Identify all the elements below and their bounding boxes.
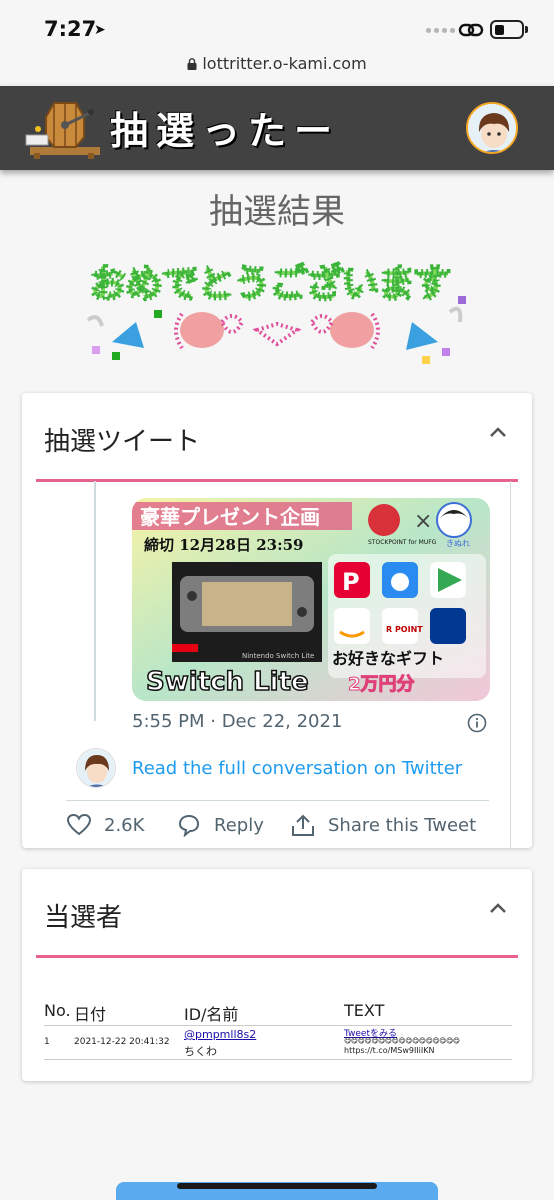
link-icon xyxy=(458,23,484,37)
tweet-image[interactable]: 豪華プレゼント企画 締切 12月28日 23:59 STOCKPOINT for… xyxy=(132,498,490,701)
svg-text:豪華プレゼント企画: 豪華プレゼント企画 xyxy=(140,505,320,529)
user-avatar[interactable] xyxy=(466,102,518,154)
winners-card-title: 当選者 xyxy=(44,903,123,933)
status-bar: 7:27 ➤ xyxy=(0,0,554,52)
table-header-border xyxy=(44,1025,512,1026)
svg-text:締切 12月28日 23:59: 締切 12月28日 23:59 xyxy=(144,536,303,554)
heart-icon xyxy=(66,813,92,836)
tweet-divider xyxy=(66,800,489,801)
chevron-up-icon[interactable] xyxy=(488,901,508,915)
home-indicator[interactable] xyxy=(177,1183,377,1189)
url-text: lottritter.o-kami.com xyxy=(202,54,367,73)
column-header-no: No. xyxy=(44,1001,71,1020)
svg-text:R POINT: R POINT xyxy=(386,625,423,634)
winner-date: 2021-12-22 20:41:32 xyxy=(74,1037,170,1047)
share-icon xyxy=(292,814,314,836)
like-button[interactable]: 2.6K xyxy=(66,813,144,837)
reply-label: Reply xyxy=(214,814,264,836)
site-header: 抽選ったー xyxy=(0,86,554,170)
svg-text:STOCKPOINT for MUFG: STOCKPOINT for MUFG xyxy=(368,539,437,546)
column-header-text: TEXT xyxy=(344,1001,385,1020)
svg-text:2万円分: 2万円分 xyxy=(348,674,415,695)
battery-icon xyxy=(490,20,524,39)
table-row-border xyxy=(44,1059,512,1060)
chevron-up-icon[interactable] xyxy=(488,425,508,439)
tweet-card: 抽選ツイート 豪華プレゼント企画 締切 12月28日 23:59 STOCKPO… xyxy=(22,393,532,848)
reply-button[interactable]: Reply xyxy=(176,813,264,837)
read-conversation-link[interactable]: Read the full conversation on Twitter xyxy=(132,758,462,779)
svg-text:×: × xyxy=(414,509,432,534)
winner-id-link[interactable]: @pmpmll8s2 xyxy=(184,1028,256,1041)
tweet-author-avatar[interactable] xyxy=(76,748,116,788)
congratulations-banner: おめでとうございます xyxy=(86,261,466,364)
location-arrow-icon: ➤ xyxy=(94,22,106,38)
lottery-machine-logo[interactable] xyxy=(24,95,102,161)
column-header-id: ID/名前 xyxy=(184,1005,239,1024)
share-button[interactable]: Share this Tweet xyxy=(290,813,476,837)
tweet-actions: 2.6K Reply Share this Tweet xyxy=(66,813,506,843)
winner-no: 1 xyxy=(44,1037,50,1047)
reply-icon xyxy=(178,814,200,837)
tweet-card-title: 抽選ツイート xyxy=(44,427,201,457)
signal-dots-icon xyxy=(426,28,455,33)
info-icon[interactable] xyxy=(467,713,487,733)
tweet-thread-line xyxy=(94,481,96,721)
svg-text:お好きなギフト: お好きなギフト xyxy=(332,649,444,668)
accent-divider xyxy=(36,479,518,482)
svg-text:P: P xyxy=(342,568,360,596)
column-header-date: 日付 xyxy=(74,1005,107,1024)
winner-tweet-text: 😋😋😋😋😋😋😋😋😋😋😋😋😋😋😋😋😋 xyxy=(344,1037,460,1045)
page-title: 抽選結果 xyxy=(209,192,345,232)
winners-card-header[interactable]: 当選者 xyxy=(22,869,532,957)
like-count: 2.6K xyxy=(104,814,145,836)
clock: 7:27 xyxy=(44,17,97,41)
url-bar[interactable]: lottritter.o-kami.com xyxy=(0,52,554,86)
winner-tweet-url[interactable]: https://t.co/MSw9IIiIKN xyxy=(344,1046,435,1055)
battery-tip xyxy=(525,26,528,33)
congrats-text: おめでとうございます xyxy=(90,263,450,305)
share-label: Share this Tweet xyxy=(328,814,477,836)
tweet-card-header[interactable]: 抽選ツイート xyxy=(22,393,532,481)
site-title[interactable]: 抽選ったー xyxy=(110,100,340,155)
svg-text:Switch Lite: Switch Lite xyxy=(146,667,309,697)
tweet-border xyxy=(510,481,511,848)
winners-card: 当選者 No. 日付 ID/名前 TEXT 1 2021-12-22 20:41… xyxy=(22,869,532,1081)
winner-name: ちくわ xyxy=(184,1045,217,1058)
svg-text:きぬれ: きぬれ xyxy=(446,539,470,548)
accent-divider xyxy=(36,955,518,958)
lock-icon xyxy=(187,58,197,70)
tweet-timestamp[interactable]: 5:55 PM · Dec 22, 2021 xyxy=(132,711,342,732)
svg-text:Nintendo Switch Lite: Nintendo Switch Lite xyxy=(242,652,314,660)
